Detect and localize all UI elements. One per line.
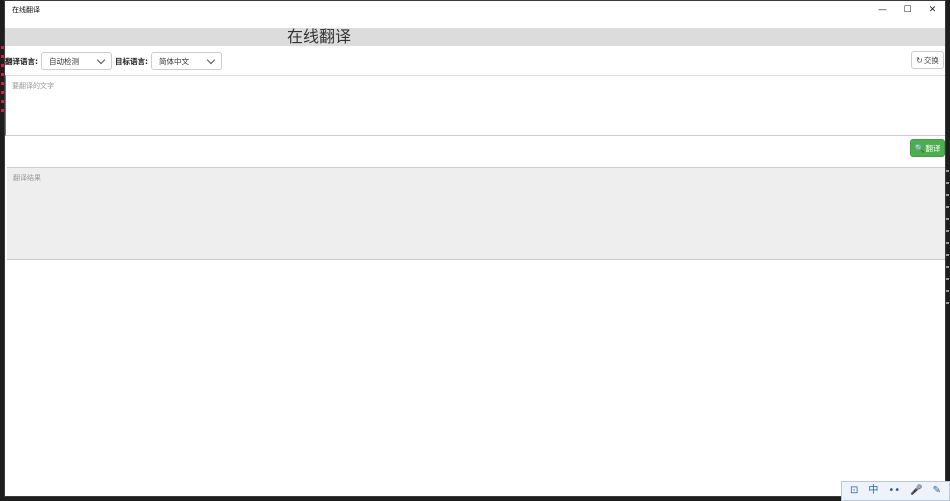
target-language-label: 目标语言:	[115, 56, 148, 66]
window-controls: — ☐ ✕	[870, 1, 945, 19]
title-bar: 在线翻译 — ☐ ✕	[5, 1, 945, 19]
ime-chinese-mode-icon[interactable]: 中	[868, 482, 878, 500]
translate-button[interactable]: 🔍 翻译	[910, 139, 945, 157]
source-text-input[interactable]	[5, 75, 945, 136]
chevron-down-icon	[96, 55, 106, 64]
language-toolbar: 翻译语言: 自动检测 目标语言: 简体中文 ↻ 交换	[5, 51, 945, 71]
ime-toolbar: ⊡ 中 •• 🎤 ✎	[841, 481, 950, 501]
header-band	[5, 28, 945, 46]
ime-punctuation-icon[interactable]: ••	[888, 482, 900, 500]
refresh-icon: ↻	[916, 55, 923, 65]
source-language-value: 自动检测	[49, 56, 79, 66]
app-window: 在线翻译 — ☐ ✕ 在线翻译 翻译语言: 自动检测 目标语言: 简体中文 ↻ …	[4, 0, 946, 497]
chevron-down-icon	[206, 55, 216, 64]
window-title: 在线翻译	[12, 6, 40, 14]
target-language-value: 简体中文	[159, 56, 189, 66]
handwriting-icon[interactable]: ✎	[933, 482, 941, 500]
close-button[interactable]: ✕	[920, 1, 945, 19]
result-placeholder: 翻译结果	[13, 174, 41, 182]
source-language-select[interactable]: 自动检测	[41, 52, 112, 70]
swap-button-label: 交换	[923, 55, 939, 65]
translate-button-label: 翻译	[925, 143, 941, 153]
microphone-icon[interactable]: 🎤	[910, 482, 922, 500]
minimize-button[interactable]: —	[870, 1, 895, 19]
search-icon: 🔍	[914, 143, 925, 153]
translation-result: 翻译结果	[7, 167, 945, 260]
source-language-label: 翻译语言:	[5, 56, 38, 66]
target-language-select[interactable]: 简体中文	[151, 52, 222, 70]
ime-settings-icon[interactable]: ⊡	[850, 482, 858, 500]
page-title: 在线翻译	[287, 27, 352, 46]
maximize-button[interactable]: ☐	[895, 1, 920, 19]
swap-button[interactable]: ↻ 交换	[911, 51, 944, 69]
